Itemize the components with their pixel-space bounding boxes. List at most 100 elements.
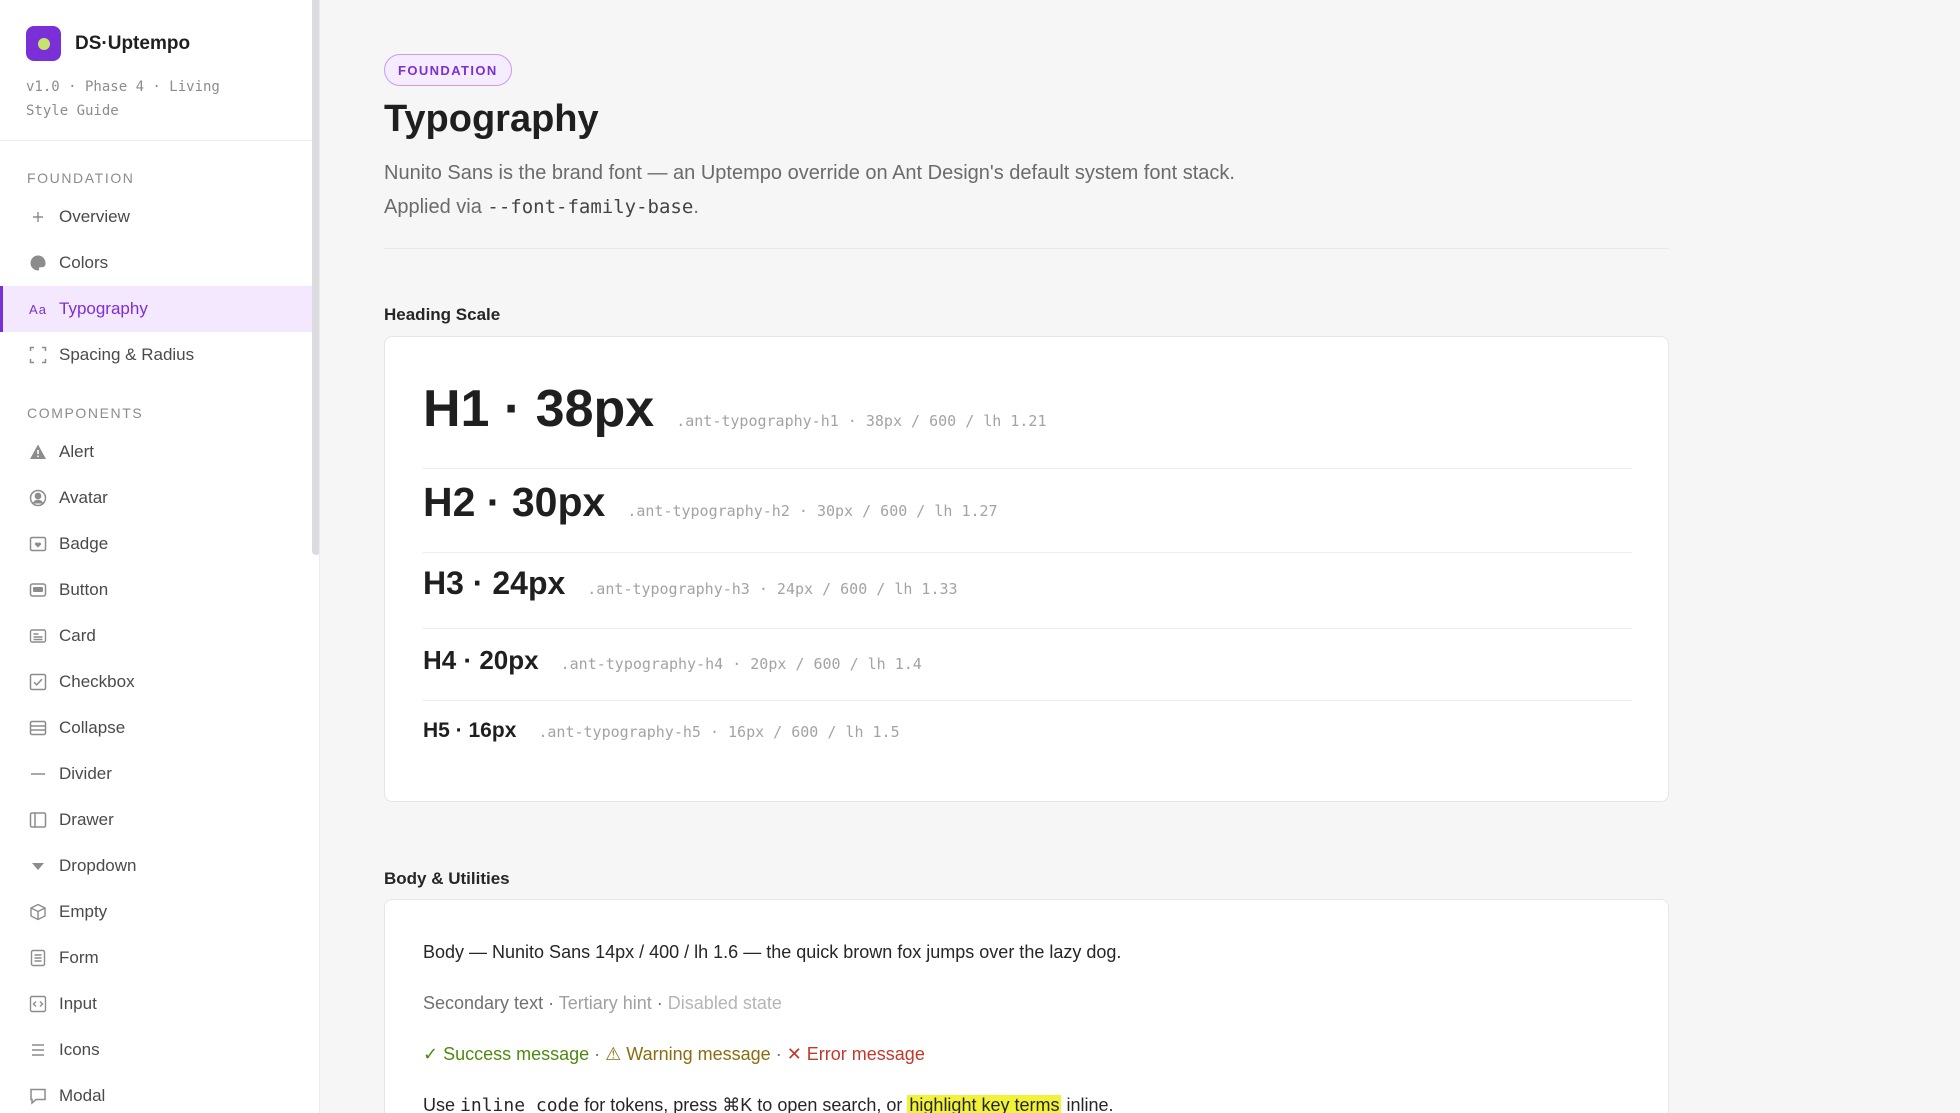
- checkbox-icon: [28, 672, 48, 692]
- brand-logo: [26, 26, 61, 61]
- sidebar-item-alert[interactable]: Alert: [0, 429, 319, 475]
- page-description: Nunito Sans is the brand font — an Uptem…: [384, 156, 1244, 224]
- warning-triangle-icon: [28, 442, 48, 462]
- heading-row-h2: H2 · 30px .ant-typography-h2 · 30px / 60…: [423, 469, 1632, 553]
- heading-row-h1: H1 · 38px .ant-typography-h1 · 38px / 60…: [423, 379, 1632, 469]
- sidebar-item-label: Empty: [59, 902, 108, 921]
- corners-icon: [28, 345, 48, 365]
- sidebar-item-label: Drawer: [59, 810, 114, 829]
- sidebar-item-input[interactable]: Input: [0, 981, 319, 1027]
- sidebar-item-label: Badge: [59, 534, 109, 553]
- form-icon: [28, 948, 48, 968]
- nav-section-components: COMPONENTS: [27, 405, 144, 421]
- section-tag: FOUNDATION: [384, 54, 512, 86]
- sidebar-item-label: Typography: [59, 299, 148, 318]
- separator: ·: [589, 1044, 606, 1064]
- sidebar-item-label: Card: [59, 626, 96, 645]
- sidebar-item-overview[interactable]: Overview: [0, 194, 319, 240]
- sidebar-item-collapse[interactable]: Collapse: [0, 705, 319, 751]
- sidebar-item-icons[interactable]: Icons: [0, 1027, 319, 1073]
- list-icon: [28, 1040, 48, 1060]
- sidebar-item-label: Modal: [59, 1086, 106, 1105]
- sidebar-item-label: Overview: [59, 207, 130, 226]
- heading-row-h5: H5 · 16px .ant-typography-h5 · 16px / 60…: [423, 701, 1632, 771]
- sidebar-item-label: Form: [59, 948, 99, 967]
- brand-subtitle: v1.0 · Phase 4 · Living Style Guide: [26, 79, 220, 119]
- inline-text: for tokens, press ⌘K to open search, or: [579, 1095, 908, 1113]
- heading-scale-title: Heading Scale: [384, 305, 501, 324]
- sidebar-item-label: Divider: [59, 764, 112, 783]
- sidebar-scrollbar[interactable]: [312, 0, 319, 555]
- page-title: Typography: [384, 98, 599, 140]
- heading-sample: H3 · 24px: [423, 565, 566, 601]
- sidebar-item-typography[interactable]: Aa Typography: [0, 286, 319, 332]
- highlight-sample: highlight key terms: [907, 1095, 1062, 1113]
- user-circle-icon: [28, 488, 48, 508]
- palette-icon: [28, 253, 48, 273]
- heading-row-h3: H3 · 24px .ant-typography-h3 · 24px / 60…: [423, 553, 1632, 629]
- sidebar-item-badge[interactable]: Badge: [0, 521, 319, 567]
- heading-spec: .ant-typography-h1 · 38px / 600 / lh 1.2…: [676, 412, 1047, 430]
- sidebar-item-button[interactable]: Button: [0, 567, 319, 613]
- sidebar-item-label: Button: [59, 580, 109, 599]
- secondary-text: Secondary text: [423, 993, 544, 1013]
- heading-sample: H5 · 16px: [423, 719, 517, 742]
- sidebar-item-label: Input: [59, 994, 97, 1013]
- button-icon: [28, 580, 48, 600]
- sidebar-item-label: Dropdown: [59, 856, 137, 875]
- sidebar-item-form[interactable]: Form: [0, 935, 319, 981]
- collapse-icon: [28, 718, 48, 738]
- inline-utilities-line: Use inline code for tokens, press ⌘K to …: [423, 1095, 1114, 1113]
- separator: ·: [543, 993, 559, 1013]
- input-icon: [28, 994, 48, 1014]
- font-token-code: --font-family-base: [487, 196, 694, 218]
- heading-spec: .ant-typography-h5 · 16px / 600 / lh 1.5: [538, 723, 900, 741]
- heading-scale-card: H1 · 38px .ant-typography-h1 · 38px / 60…: [384, 336, 1669, 802]
- inline-text: inline.: [1061, 1095, 1114, 1113]
- sidebar-item-modal[interactable]: Modal: [0, 1073, 319, 1113]
- sidebar-item-empty[interactable]: Empty: [0, 889, 319, 935]
- inline-text: Use: [423, 1095, 461, 1113]
- sidebar-item-label: Icons: [59, 1040, 100, 1059]
- header-divider: [384, 248, 1669, 249]
- sidebar-item-checkbox[interactable]: Checkbox: [0, 659, 319, 705]
- sidebar-item-divider[interactable]: Divider: [0, 751, 319, 797]
- sidebar-item-label: Alert: [59, 442, 94, 461]
- sidebar: DS·Uptempo v1.0 · Phase 4 · Living Style…: [0, 0, 320, 1113]
- sidebar-item-spacing-radius[interactable]: Spacing & Radius: [0, 332, 319, 378]
- heading-spec: .ant-typography-h2 · 30px / 600 / lh 1.2…: [627, 502, 998, 520]
- sidebar-item-label: Spacing & Radius: [59, 345, 195, 364]
- error-message: ✕ Error message: [786, 1044, 925, 1064]
- body-sample-text: Body — Nunito Sans 14px / 400 / lh 1.6 —…: [423, 942, 1122, 962]
- description-suffix: .: [693, 196, 699, 218]
- divider-icon: [28, 764, 48, 784]
- heading-spec: .ant-typography-h4 · 20px / 600 / lh 1.4: [560, 655, 922, 673]
- box-icon: [28, 902, 48, 922]
- sidebar-item-label: Checkbox: [59, 672, 135, 691]
- body-utilities-title: Body & Utilities: [384, 869, 510, 888]
- warning-message: ⚠ Warning message: [605, 1044, 771, 1064]
- card-icon: [28, 626, 48, 646]
- inline-code-sample: inline code: [460, 1095, 580, 1113]
- sidebar-item-card[interactable]: Card: [0, 613, 319, 659]
- modal-icon: [28, 1086, 48, 1106]
- badge-icon: [28, 534, 48, 554]
- sidebar-item-colors[interactable]: Colors: [0, 240, 319, 286]
- sidebar-item-drawer[interactable]: Drawer: [0, 797, 319, 843]
- sidebar-item-dropdown[interactable]: Dropdown: [0, 843, 319, 889]
- heading-spec: .ant-typography-h3 · 24px / 600 / lh 1.3…: [587, 580, 958, 598]
- nav-section-foundation: FOUNDATION: [27, 170, 135, 186]
- sidebar-item-avatar[interactable]: Avatar: [0, 475, 319, 521]
- success-message: ✓ Success message: [423, 1044, 590, 1064]
- plus-icon: [28, 207, 48, 227]
- heading-sample: H1 · 38px: [423, 380, 655, 438]
- tertiary-text: Tertiary hint: [558, 993, 652, 1013]
- text-tones-line: Secondary text · Tertiary hint · Disable…: [423, 993, 782, 1014]
- brand-block: DS·Uptempo v1.0 · Phase 4 · Living Style…: [0, 0, 319, 141]
- body-utilities-card: Body — Nunito Sans 14px / 400 / lh 1.6 —…: [384, 899, 1669, 1113]
- separator: ·: [651, 993, 668, 1013]
- typography-icon: Aa: [29, 301, 47, 317]
- heading-sample: H4 · 20px: [423, 645, 539, 675]
- sidebar-item-label: Avatar: [59, 488, 108, 507]
- disabled-text: Disabled state: [667, 993, 782, 1013]
